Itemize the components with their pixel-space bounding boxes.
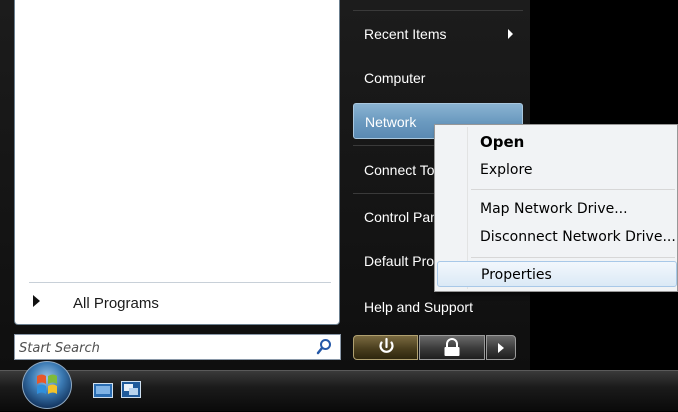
switch-windows-icon[interactable] <box>121 381 141 399</box>
submenu-arrow-icon <box>508 29 513 39</box>
connect-to-label: Connect To <box>364 162 435 178</box>
shutdown-options-button[interactable] <box>486 335 516 360</box>
menu-item-explore[interactable]: Explore <box>437 157 677 183</box>
menu-separator <box>471 189 675 190</box>
network-label: Network <box>365 114 417 130</box>
arrow-right-icon <box>498 343 504 353</box>
recent-items-button[interactable]: Recent Items <box>353 16 523 52</box>
menu-separator <box>471 257 675 258</box>
menu-item-map-network-drive[interactable]: Map Network Drive... <box>437 196 677 222</box>
right-pane-divider <box>353 10 523 11</box>
computer-label: Computer <box>364 70 426 86</box>
search-icon[interactable] <box>316 338 332 356</box>
help-and-support-label: Help and Support <box>364 299 473 315</box>
recent-items-label: Recent Items <box>364 26 447 42</box>
windows-logo-icon <box>37 374 57 394</box>
help-and-support-button[interactable]: Help and Support <box>353 289 523 325</box>
start-search-box[interactable] <box>14 334 341 360</box>
lock-button[interactable] <box>419 335 485 360</box>
programs-pane: All Programs <box>14 0 340 325</box>
all-programs-label: All Programs <box>73 295 159 312</box>
menu-item-properties[interactable]: Properties <box>437 261 677 287</box>
search-input[interactable] <box>17 337 311 359</box>
all-programs-divider <box>29 282 331 283</box>
power-button[interactable] <box>353 335 418 360</box>
menu-item-open[interactable]: Open <box>437 129 677 155</box>
power-icon <box>379 337 394 353</box>
computer-button[interactable]: Computer <box>353 60 523 96</box>
lock-icon <box>444 338 460 356</box>
show-desktop-icon[interactable] <box>93 383 113 399</box>
arrow-right-icon <box>33 295 40 307</box>
windows-orb-icon[interactable] <box>22 361 72 409</box>
all-programs-button[interactable]: All Programs <box>23 292 323 318</box>
menu-item-disconnect-network-drive[interactable]: Disconnect Network Drive... <box>437 224 677 250</box>
context-menu: Open Explore Map Network Drive... Discon… <box>434 124 678 292</box>
